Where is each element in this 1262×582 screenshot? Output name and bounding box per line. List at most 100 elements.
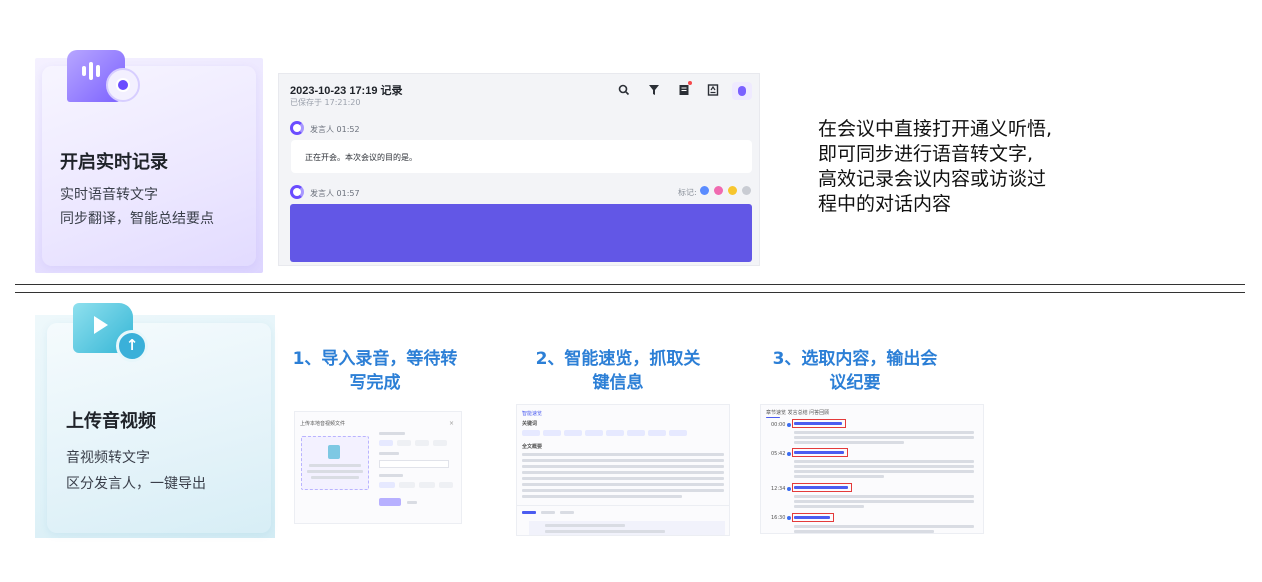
- record-saved-time: 已保存于 17:21:20: [290, 98, 361, 107]
- chapter-text: [794, 465, 974, 468]
- keyword-chip: [522, 430, 540, 436]
- summary-line: [522, 483, 724, 486]
- tab-underline: [766, 417, 780, 418]
- intro-text: 在会议中直接打开通义听悟, 即可同步进行语音转文字, 高效记录会议内容或访谈过 …: [818, 117, 1108, 217]
- export-icon[interactable]: [706, 84, 720, 98]
- option-chip: [379, 482, 395, 488]
- option-chip: [419, 482, 435, 488]
- summary-label: 全文概要: [522, 444, 543, 450]
- play-icon: [94, 316, 108, 334]
- chapter-heading: [794, 451, 844, 454]
- keyword-chip: [627, 430, 645, 436]
- chapter-text: [794, 530, 934, 533]
- tag-pink-icon[interactable]: [714, 186, 723, 195]
- drop-zone-line: [309, 464, 361, 467]
- tag-gray-icon[interactable]: [742, 186, 751, 195]
- close-icon: ×: [449, 420, 455, 427]
- intro-line-1: 在会议中直接打开通义听悟,: [818, 118, 1053, 140]
- file-icon: [328, 445, 340, 459]
- keyword-label: 关键词: [522, 421, 538, 427]
- upload-desc-1: 音视频转文字: [66, 449, 150, 465]
- upload-desc-2: 区分发言人，一键导出: [66, 475, 206, 491]
- tag-blue-icon[interactable]: [700, 186, 709, 195]
- step-1-line-1: 1、导入录音，等待转: [292, 349, 458, 369]
- timeline-dot: [787, 423, 791, 427]
- notification-dot: [688, 81, 692, 85]
- drop-zone-line: [307, 470, 363, 473]
- chapter-line: [545, 524, 625, 527]
- chapter-text: [794, 460, 974, 463]
- chapter-heading: [794, 422, 842, 425]
- keyword-chip: [606, 430, 624, 436]
- step-1-title: 1、导入录音，等待转 写完成: [270, 347, 480, 395]
- summary-line: [522, 489, 724, 492]
- transcript-text: 正在开会。本次会议的目的是。: [305, 153, 417, 162]
- summary-line: [522, 495, 682, 498]
- option-chip: [379, 440, 393, 446]
- chapter-text: [794, 475, 884, 478]
- upload-dialog-thumbnail: 上传本地音视频文件 ×: [294, 411, 462, 524]
- tag-yellow-icon[interactable]: [728, 186, 737, 195]
- step-3-line-1: 3、选取内容，输出会: [772, 349, 938, 369]
- tab-active: [522, 511, 536, 514]
- select-box: [379, 460, 449, 468]
- search-icon[interactable]: [617, 84, 631, 98]
- keyword-chip: [564, 430, 582, 436]
- tab: [560, 511, 574, 514]
- keyword-chip: [648, 430, 666, 436]
- chapter-overview-thumbnail: 章节速览 发言总结 问答回顾 00:00 05:42 12:34 16:30: [760, 404, 984, 534]
- divider-bottom: [15, 292, 1245, 293]
- assistant-avatar[interactable]: [732, 82, 752, 100]
- chapter-time-2: 05:42: [771, 451, 786, 457]
- option-chip: [439, 482, 453, 488]
- timeline-dot: [787, 516, 791, 520]
- timeline-dot: [787, 452, 791, 456]
- chapter-tabs: 章节速览 发言总结 问答回顾: [766, 410, 830, 416]
- option-label-line: [379, 474, 403, 477]
- chapter-text: [794, 500, 974, 503]
- speaker-1-label: 发言人 01:52: [310, 125, 360, 134]
- step-2-line-2: 键信息: [592, 373, 644, 393]
- chapter-text: [794, 505, 864, 508]
- timeline-dot: [787, 487, 791, 491]
- option-label-line: [379, 432, 405, 435]
- option-chip: [415, 440, 429, 446]
- upload-title: 上传音视频: [66, 411, 156, 431]
- keyword-chip: [669, 430, 687, 436]
- drop-zone-line: [311, 476, 359, 479]
- notes-icon[interactable]: [677, 84, 691, 98]
- chapter-time-3: 12:34: [771, 486, 786, 492]
- option-chip: [433, 440, 447, 446]
- live-record-title: 开启实时记录: [60, 152, 168, 172]
- step-2-line-1: 2、智能速览，抓取关: [535, 349, 701, 369]
- chapter-text: [794, 470, 974, 473]
- step-3-line-2: 议纪要: [829, 373, 881, 393]
- summary-line: [522, 453, 724, 456]
- chapter-text: [794, 431, 974, 434]
- section-divider: [517, 505, 729, 506]
- record-dot-icon: [116, 78, 130, 92]
- highlighted-transcript-block[interactable]: [290, 204, 752, 262]
- filter-icon[interactable]: [647, 84, 661, 98]
- upload-dialog-title: 上传本地音视频文件: [300, 421, 346, 427]
- summary-line: [522, 477, 724, 480]
- step-3-title: 3、选取内容，输出会 议纪要: [750, 347, 960, 395]
- overview-header: 智能速览: [522, 411, 543, 417]
- step-2-title: 2、智能速览，抓取关 键信息: [513, 347, 723, 395]
- sound-wave-icon: [82, 60, 108, 88]
- option-chip: [397, 440, 411, 446]
- chapter-text: [794, 495, 974, 498]
- intro-line-3: 高效记录会议内容或访谈过: [818, 168, 1047, 190]
- option-chip: [399, 482, 415, 488]
- live-record-desc-1: 实时语音转文字: [60, 186, 158, 202]
- chapter-line: [545, 530, 665, 533]
- chapter-time-4: 16:30: [771, 515, 786, 521]
- divider-top: [15, 284, 1245, 285]
- intro-line-4: 程中的对话内容: [818, 193, 952, 215]
- keyword-chip: [543, 430, 561, 436]
- live-record-desc-2: 同步翻译，智能总结要点: [60, 210, 214, 226]
- chapter-heading: [794, 516, 830, 519]
- chapter-time-1: 00:00: [771, 422, 786, 428]
- record-title: 2023-10-23 17:19 记录: [290, 85, 403, 97]
- summary-line: [522, 465, 724, 468]
